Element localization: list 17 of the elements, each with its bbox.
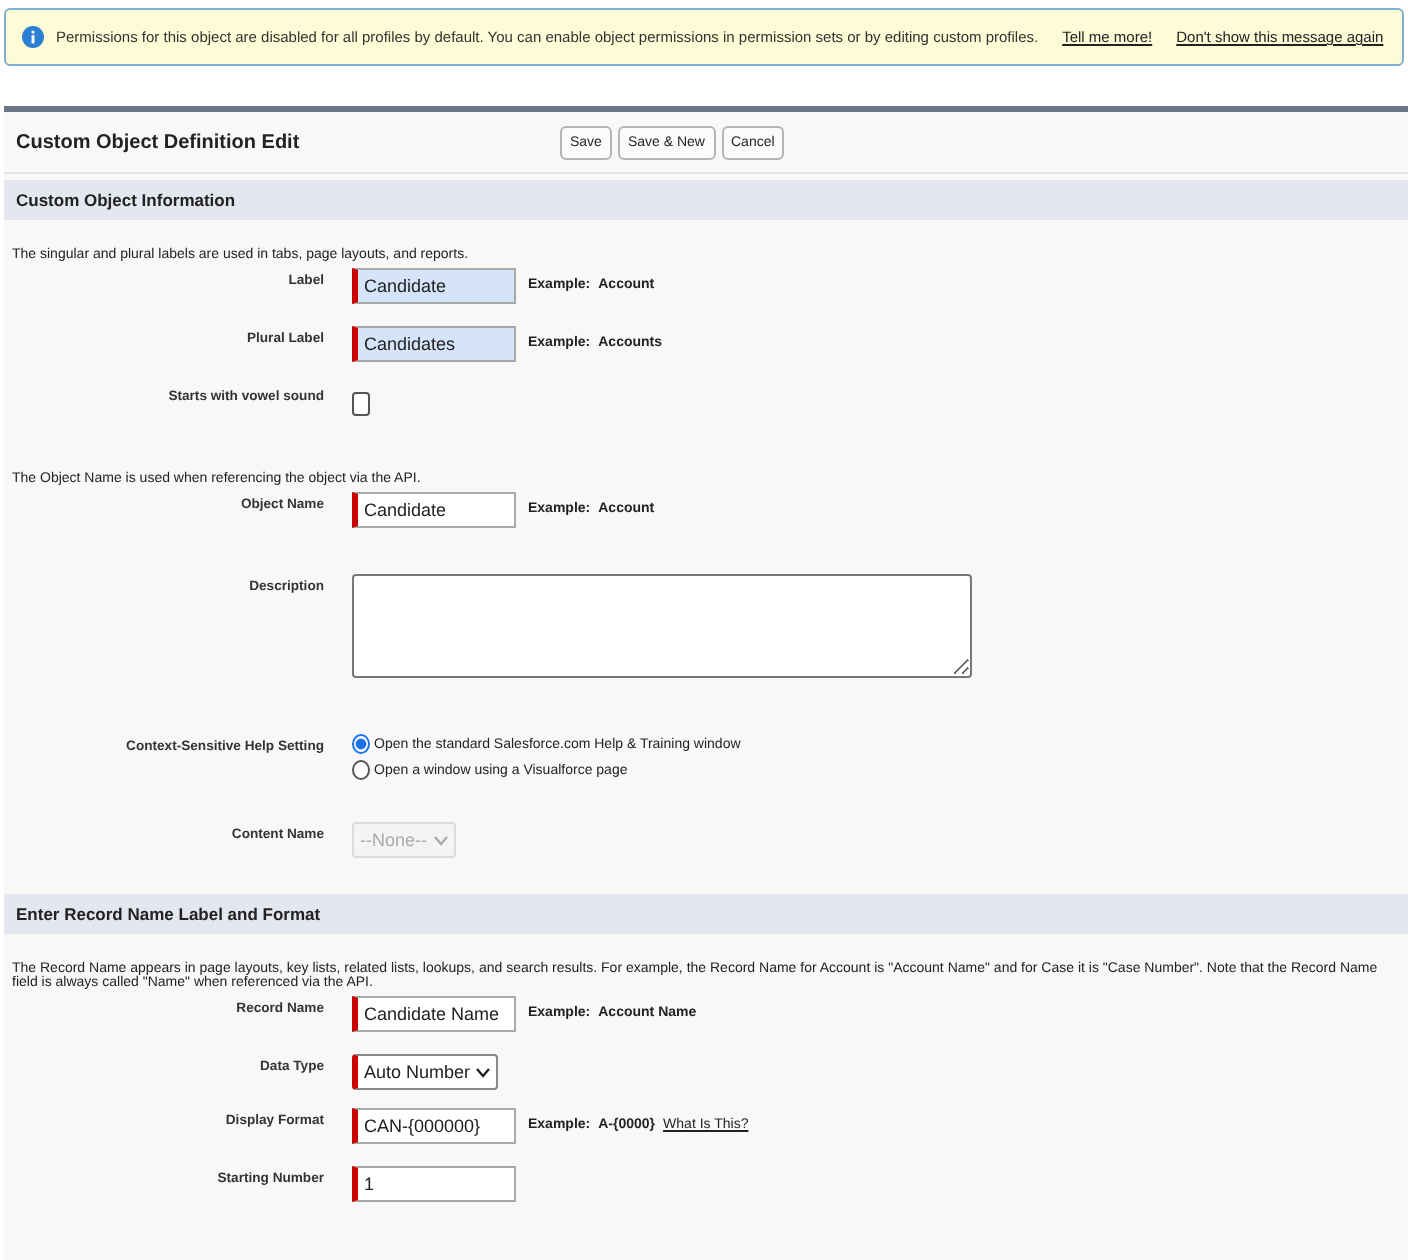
text-field[interactable]: CAN-{000000} — [352, 1108, 516, 1144]
section-header: Custom Object Information — [4, 180, 1408, 220]
info-icon — [22, 26, 44, 48]
radio-button[interactable] — [352, 760, 370, 780]
text-field[interactable]: Candidate — [352, 268, 516, 304]
text-field[interactable]: Candidates — [352, 326, 516, 362]
caret-icon — [433, 835, 448, 845]
text-field[interactable]: Candidate — [352, 492, 516, 528]
text-field[interactable]: 1 — [352, 1166, 516, 1202]
dropdown[interactable]: Auto Number — [352, 1054, 499, 1090]
text-field[interactable]: Candidate Name — [352, 996, 516, 1032]
radio-button[interactable] — [352, 734, 370, 754]
page-title: Custom Object Definition Edit — [16, 131, 302, 153]
checkbox[interactable] — [352, 392, 370, 416]
caret-icon — [476, 1067, 491, 1077]
description-field[interactable] — [352, 574, 972, 678]
section-header: Enter Record Name Label and Format — [4, 894, 1408, 934]
